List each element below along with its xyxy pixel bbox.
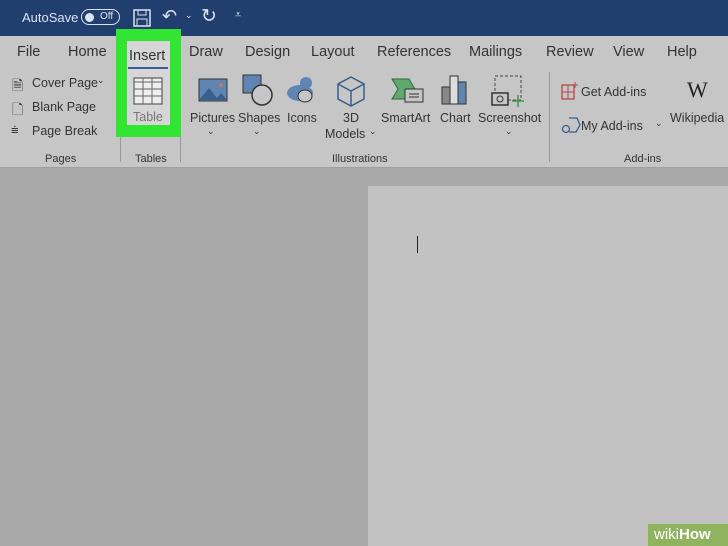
3d-models-icon <box>337 76 365 107</box>
my-add-ins-icon <box>561 117 581 134</box>
chevron-down-icon: ⌄ <box>207 126 215 136</box>
screenshot-button[interactable]: Screenshot <box>478 111 541 125</box>
active-tab-underline <box>128 67 168 69</box>
my-add-ins-button[interactable]: My Add-ins <box>581 119 643 133</box>
smartart-icon <box>391 78 424 103</box>
tab-help[interactable]: Help <box>667 44 697 60</box>
get-add-ins-button[interactable]: Get Add-ins <box>581 85 646 99</box>
page-break-icon: ⩧ <box>11 122 19 137</box>
wikihow-watermark: wikiHow <box>648 524 728 546</box>
shapes-button[interactable]: Shapes <box>238 111 280 125</box>
ribbon: 🗎 Cover Page ⌄ 🗋 Blank Page ⩧ Page Break… <box>0 66 728 168</box>
save-icon[interactable] <box>133 9 151 27</box>
cover-page-button[interactable]: Cover Page <box>32 76 98 90</box>
wikipedia-icon: W <box>687 77 708 102</box>
chevron-down-icon: ⌄ <box>97 75 105 85</box>
autosave-toggle[interactable]: Off <box>81 9 120 25</box>
group-label-tables: Tables <box>135 153 167 165</box>
pictures-icon <box>198 78 228 102</box>
tab-file[interactable]: File <box>17 44 40 60</box>
page-break-button[interactable]: Page Break <box>32 124 97 138</box>
autosave-label: AutoSave <box>22 10 79 25</box>
tab-layout[interactable]: Layout <box>311 44 355 60</box>
ribbon-tabs: File Home Draw Design Layout References … <box>0 36 728 66</box>
text-cursor <box>417 236 418 253</box>
tab-view[interactable]: View <box>613 44 644 60</box>
pictures-button[interactable]: Pictures <box>190 111 235 125</box>
shapes-icon <box>242 74 273 106</box>
chart-button[interactable]: Chart <box>440 111 471 125</box>
chart-icon <box>441 75 467 105</box>
blank-page-button[interactable]: Blank Page <box>32 100 96 114</box>
table-button[interactable]: Table <box>133 110 163 124</box>
table-icon <box>133 77 163 105</box>
3d-models-button[interactable]: Models <box>325 127 365 141</box>
group-label-illustrations: Illustrations <box>332 153 388 165</box>
customize-toolbar-icon[interactable]: ⩡ <box>235 9 241 22</box>
undo-icon[interactable]: ↶ <box>162 6 177 27</box>
wikipedia-button[interactable]: Wikipedia <box>670 111 724 125</box>
redo-icon[interactable]: ↻ <box>201 5 217 28</box>
icons-button[interactable]: Icons <box>287 111 317 125</box>
chevron-down-icon: ⌄ <box>369 126 377 136</box>
document-page[interactable] <box>368 186 728 546</box>
chevron-down-icon[interactable]: ⌄ <box>655 118 663 129</box>
smartart-button[interactable]: SmartArt <box>381 111 430 125</box>
chevron-down-icon: ⌄ <box>505 126 513 136</box>
tab-insert[interactable]: Insert <box>129 48 165 64</box>
tab-mailings[interactable]: Mailings <box>469 44 522 60</box>
screenshot-icon <box>491 75 524 107</box>
get-add-ins-icon <box>561 82 578 100</box>
undo-dropdown-icon[interactable]: ⌄ <box>185 10 193 21</box>
tab-references[interactable]: References <box>377 44 451 60</box>
blank-page-icon: 🗋 <box>12 101 24 117</box>
tab-home[interactable]: Home <box>68 44 107 60</box>
group-label-pages: Pages <box>45 153 77 165</box>
icons-icon <box>287 77 313 103</box>
3d-models-label-1[interactable]: 3D <box>343 111 359 125</box>
cover-page-icon: 🗎 <box>12 77 24 93</box>
title-bar: AutoSave Off ↶ ⌄ ↻ ⩡ <box>0 0 728 36</box>
tab-review[interactable]: Review <box>546 44 594 60</box>
highlight-box: Insert Table <box>116 29 181 137</box>
group-label-add-ins: Add-ins <box>624 153 662 165</box>
chevron-down-icon: ⌄ <box>253 126 261 136</box>
tab-design[interactable]: Design <box>245 44 290 60</box>
tab-draw[interactable]: Draw <box>189 44 223 60</box>
